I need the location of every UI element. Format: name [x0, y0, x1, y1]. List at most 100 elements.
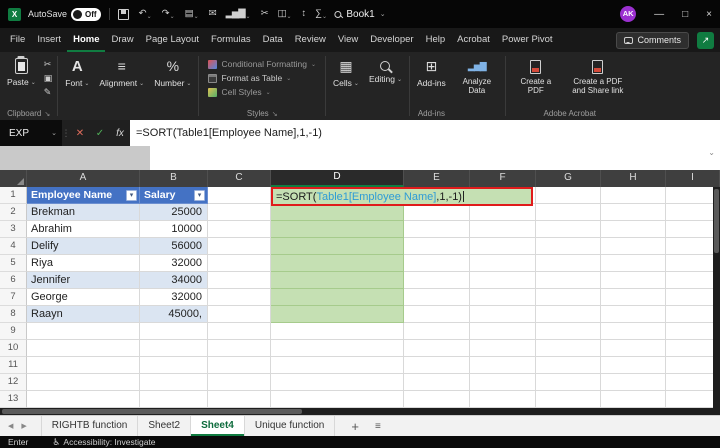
cell-A3[interactable]: Abrahim — [27, 221, 140, 238]
minimize-icon[interactable]: — — [654, 9, 664, 20]
cell-F3[interactable] — [470, 221, 536, 238]
cell-B7[interactable]: 32000 — [140, 289, 208, 306]
window-icon[interactable]: ◫⌄ — [278, 8, 292, 20]
sort-icon[interactable]: ↕ — [302, 8, 306, 20]
cell-E12[interactable] — [404, 374, 470, 391]
cell-H2[interactable] — [601, 204, 666, 221]
cell-A2[interactable]: Brekman — [27, 204, 140, 221]
cut-icon[interactable]: ✂ — [44, 59, 53, 69]
autosum-icon[interactable]: ∑⌄ — [315, 8, 327, 20]
cell-H1[interactable] — [601, 187, 666, 204]
alignment-button[interactable]: ≡ Alignment⌄ — [94, 52, 149, 88]
cell-G7[interactable] — [536, 289, 601, 306]
cell-E13[interactable] — [404, 391, 470, 408]
cell-G13[interactable] — [536, 391, 601, 408]
cell-I6[interactable] — [666, 272, 720, 289]
column-header-D[interactable]: D — [271, 170, 404, 187]
sheet-nav-left-icon[interactable]: ◀ — [8, 422, 13, 430]
cell-C12[interactable] — [208, 374, 271, 391]
column-header-C[interactable]: C — [208, 170, 271, 187]
new-sheet-button[interactable]: + — [351, 420, 359, 433]
row-header-3[interactable]: 3 — [0, 221, 27, 238]
formula-bar-expand-icon[interactable]: ⌄ — [708, 148, 715, 157]
cell-G1[interactable] — [536, 187, 601, 204]
tab-data[interactable]: Data — [257, 28, 289, 52]
cell-D6[interactable] — [271, 272, 404, 289]
row-header-7[interactable]: 7 — [0, 289, 27, 306]
cell-C13[interactable] — [208, 391, 271, 408]
tab-help[interactable]: Help — [420, 28, 452, 52]
horizontal-scrollbar[interactable] — [0, 408, 720, 415]
paste-button[interactable]: Paste⌄ — [2, 52, 41, 87]
table-icon[interactable]: ▤⌄ — [185, 8, 199, 20]
cell-I8[interactable] — [666, 306, 720, 323]
sheet-tab-rightb-function[interactable]: RIGHTB function — [41, 416, 139, 436]
tab-draw[interactable]: Draw — [105, 28, 139, 52]
tab-review[interactable]: Review — [289, 28, 332, 52]
column-header-E[interactable]: E — [404, 170, 470, 187]
cell-A13[interactable] — [27, 391, 140, 408]
cell-C7[interactable] — [208, 289, 271, 306]
vertical-scrollbar-thumb[interactable] — [714, 189, 719, 253]
cell-B9[interactable] — [140, 323, 208, 340]
cell-G12[interactable] — [536, 374, 601, 391]
create-pdf-share-button[interactable]: Create a PDF and Share link — [564, 52, 632, 95]
tab-insert[interactable]: Insert — [31, 28, 67, 52]
cell-I4[interactable] — [666, 238, 720, 255]
close-icon[interactable]: × — [706, 9, 712, 20]
cell-G11[interactable] — [536, 357, 601, 374]
cell-A7[interactable]: George — [27, 289, 140, 306]
cell-D4[interactable] — [271, 238, 404, 255]
row-header-13[interactable]: 13 — [0, 391, 27, 408]
cell-B11[interactable] — [140, 357, 208, 374]
column-header-I[interactable]: I — [666, 170, 720, 187]
avatar[interactable]: AK — [620, 6, 636, 22]
cell-I3[interactable] — [666, 221, 720, 238]
sheet-tab-sheet4[interactable]: Sheet4 — [191, 416, 245, 436]
cell-H8[interactable] — [601, 306, 666, 323]
cell-H11[interactable] — [601, 357, 666, 374]
cell-A9[interactable] — [27, 323, 140, 340]
cell-F12[interactable] — [470, 374, 536, 391]
row-header-10[interactable]: 10 — [0, 340, 27, 357]
row-header-2[interactable]: 2 — [0, 204, 27, 221]
conditional-formatting-button[interactable]: Conditional Formatting ⌄ — [201, 57, 323, 71]
cell-E6[interactable] — [404, 272, 470, 289]
cell-G9[interactable] — [536, 323, 601, 340]
save-icon[interactable] — [118, 9, 129, 20]
cell-I7[interactable] — [666, 289, 720, 306]
cell-I5[interactable] — [666, 255, 720, 272]
cell-A12[interactable] — [27, 374, 140, 391]
cell-C2[interactable] — [208, 204, 271, 221]
filter-icon[interactable]: ▾ — [126, 190, 137, 201]
cell-G5[interactable] — [536, 255, 601, 272]
cell-C8[interactable] — [208, 306, 271, 323]
cell-A8[interactable]: Raayn — [27, 306, 140, 323]
cell-C3[interactable] — [208, 221, 271, 238]
cell-A6[interactable]: Jennifer — [27, 272, 140, 289]
cell-D2[interactable] — [271, 204, 404, 221]
cell-G10[interactable] — [536, 340, 601, 357]
cell-F4[interactable] — [470, 238, 536, 255]
tab-acrobat[interactable]: Acrobat — [451, 28, 496, 52]
formula-bar-extra-line[interactable]: ⌄ — [150, 146, 720, 170]
create-pdf-button[interactable]: Create a PDF — [508, 52, 564, 95]
cell-E9[interactable] — [404, 323, 470, 340]
cell-H3[interactable] — [601, 221, 666, 238]
cell-H13[interactable] — [601, 391, 666, 408]
cell-D13[interactable] — [271, 391, 404, 408]
cell-I2[interactable] — [666, 204, 720, 221]
formula-input[interactable]: =SORT(Table1[Employee Name],1,-1) — [130, 120, 720, 146]
search-icon[interactable] — [334, 11, 341, 18]
tab-view[interactable]: View — [332, 28, 364, 52]
cell-D7[interactable] — [271, 289, 404, 306]
format-as-table-button[interactable]: Format as Table ⌄ — [201, 71, 298, 85]
cell-D11[interactable] — [271, 357, 404, 374]
select-all-corner[interactable] — [0, 170, 27, 187]
tab-home[interactable]: Home — [67, 28, 105, 52]
excel-logo-icon[interactable]: X — [8, 8, 21, 21]
sheet-tab-sheet2[interactable]: Sheet2 — [138, 416, 191, 436]
cell-E2[interactable] — [404, 204, 470, 221]
cell-F7[interactable] — [470, 289, 536, 306]
cell-F13[interactable] — [470, 391, 536, 408]
